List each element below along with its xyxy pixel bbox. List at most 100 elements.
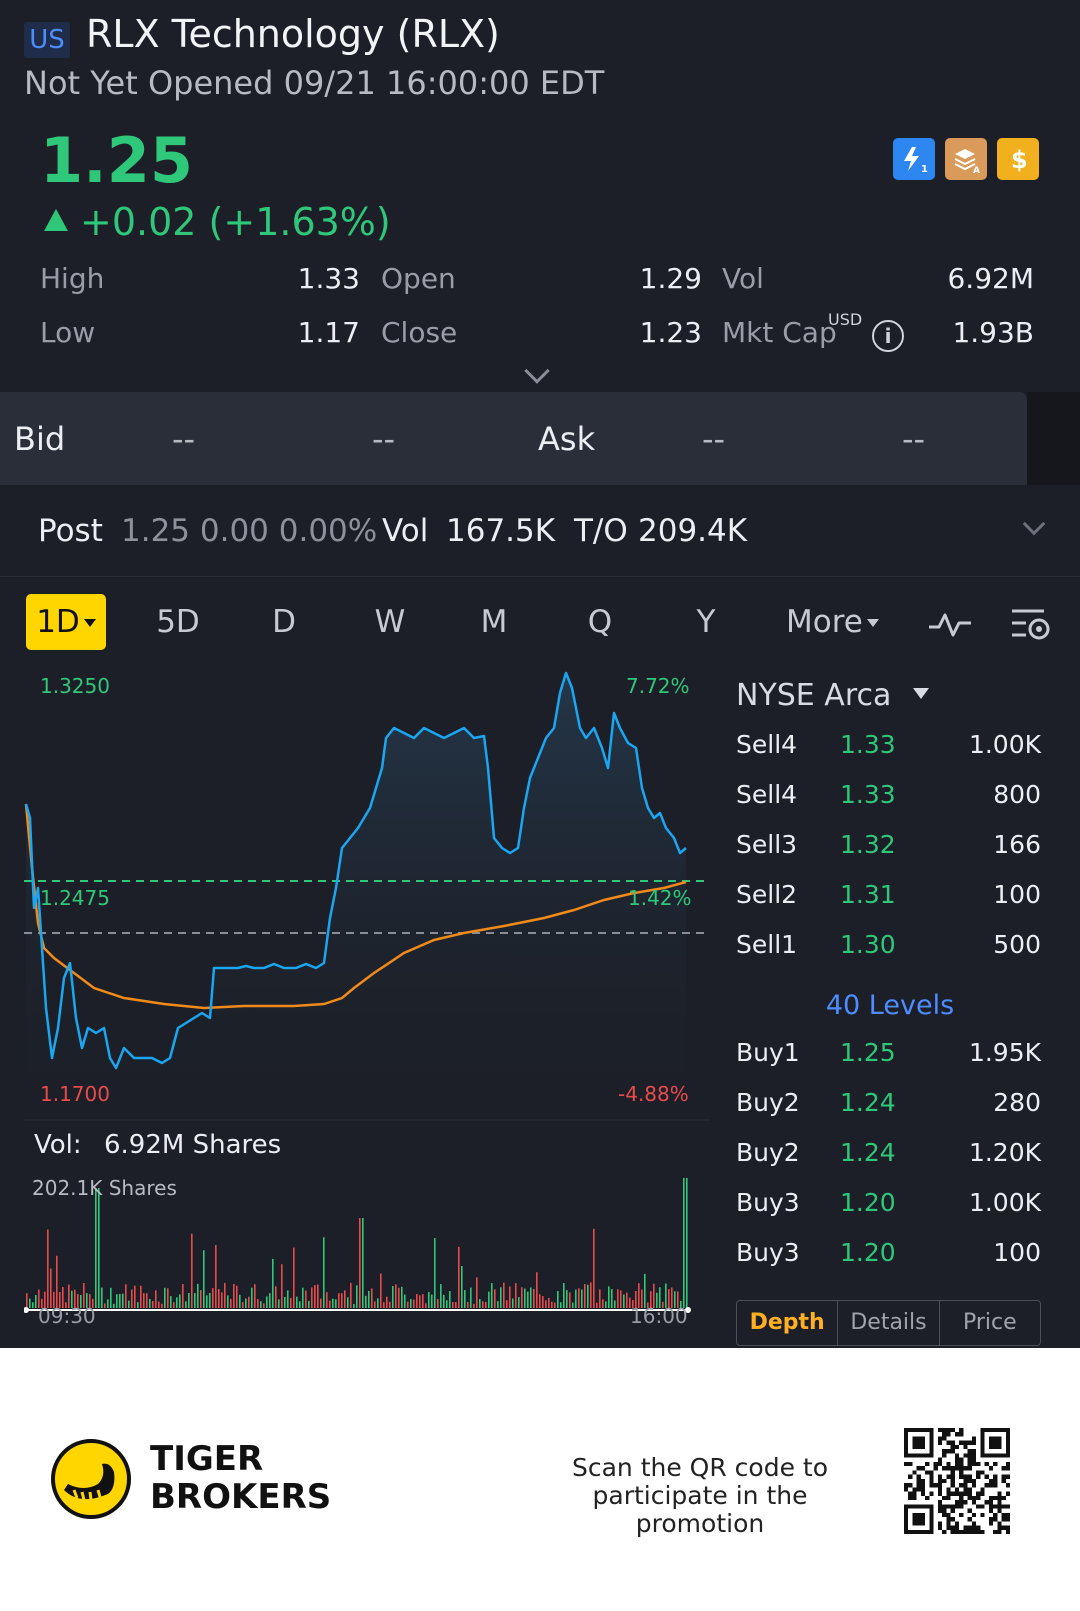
volume-bar <box>494 1289 496 1308</box>
post-market-row[interactable]: Post 1.25 0.00 0.00% Vol 167.5K T/O 209.… <box>0 485 1080 577</box>
y-low-label: 1.1700 <box>40 1082 110 1106</box>
volume-bar <box>95 1188 97 1308</box>
volume-bar <box>122 1293 124 1308</box>
volume-bar <box>179 1294 181 1308</box>
post-vol-label: Vol <box>382 513 429 549</box>
open-label: Open <box>381 262 456 295</box>
buy-row: Buy3 1.20 100 <box>736 1238 1041 1267</box>
app-root: US RLX Technology (RLX) Not Yet Opened 0… <box>0 0 1080 1611</box>
feature-badges: 1 A $ <box>893 138 1039 180</box>
volume-bar <box>548 1297 550 1308</box>
tab-depth[interactable]: Depth <box>737 1301 839 1345</box>
volume-bar <box>569 1292 571 1308</box>
bid-size: -- <box>372 420 396 458</box>
svg-text:1: 1 <box>921 164 928 174</box>
volume-bar <box>587 1284 589 1308</box>
volume-bar <box>197 1283 199 1308</box>
sell-row: Sell3 1.32 166 <box>736 830 1041 859</box>
last-price: 1.25 <box>40 124 193 197</box>
volume-bar <box>515 1283 517 1308</box>
volume-bar <box>590 1282 592 1308</box>
volume-bar <box>602 1299 604 1308</box>
volume-bar <box>470 1287 472 1308</box>
sell-row: Sell1 1.30 500 <box>736 930 1041 959</box>
volume-value: 6.92M Shares <box>104 1130 282 1160</box>
stack-a-icon[interactable]: A <box>945 138 987 180</box>
vol-label: Vol <box>722 262 764 295</box>
volume-bar <box>563 1283 565 1308</box>
volume-bar <box>416 1294 418 1308</box>
volume-bar <box>56 1255 58 1308</box>
volume-bar <box>320 1298 322 1308</box>
tab-more[interactable]: More <box>786 594 879 650</box>
exchange-selector[interactable]: NYSE Arca <box>736 678 930 713</box>
volume-bar <box>578 1288 580 1308</box>
tab-w[interactable]: W <box>370 594 410 650</box>
tab-1d[interactable]: 1D <box>26 594 106 650</box>
post-price: 1.25 0.00 0.00% <box>121 513 378 549</box>
volume-bar <box>431 1294 433 1308</box>
volume-bar <box>323 1237 325 1308</box>
volume-bar <box>239 1294 241 1308</box>
volume-bar <box>299 1301 301 1308</box>
volume-bar <box>527 1291 529 1308</box>
close-value: 1.23 <box>639 316 702 349</box>
y-high-pct: 7.72% <box>626 674 690 698</box>
mktcap-value: 1.93B <box>952 316 1034 349</box>
volume-bar <box>389 1301 391 1308</box>
volume-bar <box>50 1268 52 1308</box>
volume-bar <box>467 1301 469 1308</box>
post-to-label: T/O <box>574 513 628 549</box>
volume-bar <box>110 1287 112 1308</box>
volume-bar <box>398 1287 400 1308</box>
tab-d[interactable]: D <box>264 594 304 650</box>
volume-bar <box>263 1303 265 1308</box>
volume-bar <box>335 1299 337 1308</box>
volume-bar <box>539 1294 541 1308</box>
volume-bar <box>506 1300 508 1308</box>
mktcap-label: Mkt Cap <box>722 316 837 349</box>
tab-details[interactable]: Details <box>838 1301 940 1345</box>
volume-bar <box>191 1233 193 1308</box>
volume-bar <box>419 1295 421 1308</box>
volume-bar <box>212 1288 214 1308</box>
volume-bar <box>518 1297 520 1308</box>
volume-bar <box>137 1302 139 1308</box>
volume-bar <box>248 1296 250 1308</box>
volume-bar <box>233 1284 235 1308</box>
volume-bar <box>257 1299 259 1308</box>
volume-bar <box>512 1298 514 1308</box>
volume-bar <box>557 1291 559 1308</box>
volume-bar <box>350 1282 352 1308</box>
lightning-level1-icon[interactable]: 1 <box>893 138 935 180</box>
market-status: Not Yet Opened 09/21 16:00:00 EDT <box>24 64 605 102</box>
chart-settings-icon[interactable] <box>1008 594 1052 650</box>
volume-bar <box>605 1301 607 1308</box>
dollar-icon[interactable]: $ <box>997 138 1039 180</box>
qr-code-icon[interactable] <box>904 1428 1010 1534</box>
volume-bar <box>254 1284 256 1308</box>
sell-row: Sell2 1.31 100 <box>736 880 1041 909</box>
levels-link[interactable]: 40 Levels <box>730 990 1050 1021</box>
tab-y[interactable]: Y <box>686 594 726 650</box>
volume-bar <box>551 1301 553 1308</box>
tab-q[interactable]: Q <box>580 594 620 650</box>
indicator-icon[interactable] <box>926 594 974 650</box>
volume-bar <box>620 1290 622 1308</box>
volume-bar <box>371 1288 373 1308</box>
expand-chevron-icon[interactable] <box>524 358 550 384</box>
intraday-chart[interactable]: 1.3250 7.72% 1.2475 1.42% 1.1700 -4.88% … <box>23 668 710 1330</box>
post-to-value: 209.4K <box>638 513 748 549</box>
volume-bar <box>194 1293 196 1308</box>
tab-price[interactable]: Price <box>940 1301 1040 1345</box>
tab-5d[interactable]: 5D <box>150 594 206 650</box>
volume-bar <box>131 1289 133 1308</box>
volume-bar <box>521 1287 523 1308</box>
vol-value: 6.92M <box>947 262 1034 295</box>
volume-bar <box>35 1294 37 1308</box>
bid-ask-edge <box>1027 392 1080 485</box>
volume-bar <box>485 1301 487 1308</box>
tab-m[interactable]: M <box>474 594 514 650</box>
buy-row: Buy1 1.25 1.95K <box>736 1038 1041 1067</box>
volume-bar <box>479 1299 481 1308</box>
